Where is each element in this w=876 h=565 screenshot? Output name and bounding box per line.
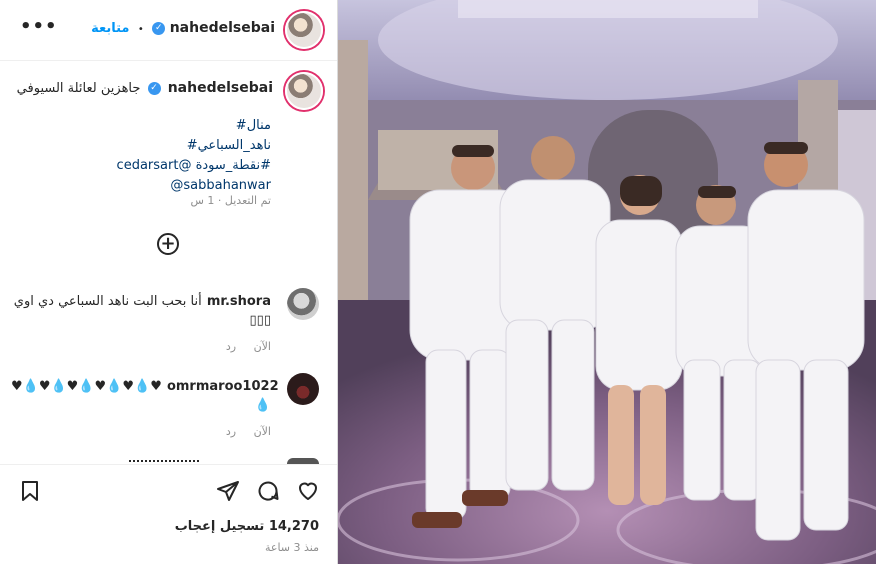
likes-label: تسجيل إعجاب	[174, 519, 265, 534]
load-more-comments-icon[interactable]: +	[157, 233, 179, 255]
comment-username[interactable]: omrmaroo1022	[167, 379, 279, 394]
separator-dot: •	[137, 24, 144, 35]
mention-link[interactable]: @sabbahanwar	[117, 176, 271, 196]
comment-text-extra: ▯▯▯	[249, 313, 271, 328]
post-sidebar: ••• متابعة • ✓ nahedelsebai جاهزين لعائل…	[0, 0, 338, 564]
hashtag-link[interactable]: #ناهد_السباعي	[117, 136, 271, 156]
header-avatar[interactable]	[285, 11, 323, 49]
caption-text: جاهزين لعائلة السيوفي	[16, 81, 141, 96]
edited-timestamp: تم التعديل · 1 س	[190, 194, 271, 207]
comment-time: الآن	[253, 340, 271, 353]
follow-button[interactable]: متابعة	[91, 21, 129, 36]
comment-time: الآن	[253, 425, 271, 438]
comment-meta: الآن رد	[11, 340, 271, 353]
comment-avatar[interactable]	[287, 288, 319, 320]
likes-number: 14,270	[268, 519, 319, 534]
comment-icon[interactable]	[256, 479, 280, 503]
hashtag-mention-link[interactable]: #نقطة_سودة @cedarsart	[117, 156, 271, 176]
post-header: ••• متابعة • ✓ nahedelsebai	[0, 0, 337, 61]
post-photo[interactable]	[338, 0, 876, 564]
header-username[interactable]: nahedelsebai	[170, 20, 275, 36]
comment-avatar[interactable]	[287, 373, 319, 405]
post-time: منذ 3 ساعة	[264, 541, 319, 554]
likes-count[interactable]: 14,270 تسجيل إعجاب	[175, 519, 319, 534]
comment-item: ♥💧♥💧♥💧♥💧♥💧♥ omrmaroo1022 💧 الآن رد	[11, 375, 279, 438]
hashtag-link[interactable]: #منال	[117, 116, 271, 136]
caption-tags: #منال #ناهد_السباعي #نقطة_سودة @cedarsar…	[117, 116, 271, 196]
reply-button[interactable]: رد	[226, 425, 236, 438]
comment-meta: الآن رد	[11, 425, 271, 438]
caption-avatar[interactable]	[285, 72, 323, 110]
verified-badge-icon: ✓	[147, 82, 161, 95]
comment-text-extra: 💧	[254, 398, 271, 413]
comment-item: أنا بحب البت ناهد السباعي دي اوي mr.shor…	[11, 290, 271, 353]
comment-text: أنا بحب البت ناهد السباعي دي اوي	[13, 294, 202, 309]
post-photo-illustration	[338, 0, 876, 564]
share-icon[interactable]	[216, 479, 240, 503]
comment-username[interactable]: mr.shora	[207, 294, 271, 309]
caption-line: جاهزين لعائلة السيوفي ✓ nahedelsebai	[17, 80, 273, 96]
more-options-icon[interactable]: •••	[20, 16, 58, 37]
comment-text: ♥💧♥💧♥💧♥💧♥💧♥	[11, 379, 162, 394]
reply-button[interactable]: رد	[226, 340, 236, 353]
like-heart-icon[interactable]	[296, 479, 320, 503]
verified-badge-icon: ✓	[152, 21, 166, 35]
bookmark-icon[interactable]	[18, 479, 42, 503]
caption-username[interactable]: nahedelsebai	[168, 80, 273, 96]
post-actions: 14,270 تسجيل إعجاب منذ 3 ساعة	[0, 464, 337, 565]
header-user-block: متابعة • ✓ nahedelsebai	[91, 20, 275, 36]
